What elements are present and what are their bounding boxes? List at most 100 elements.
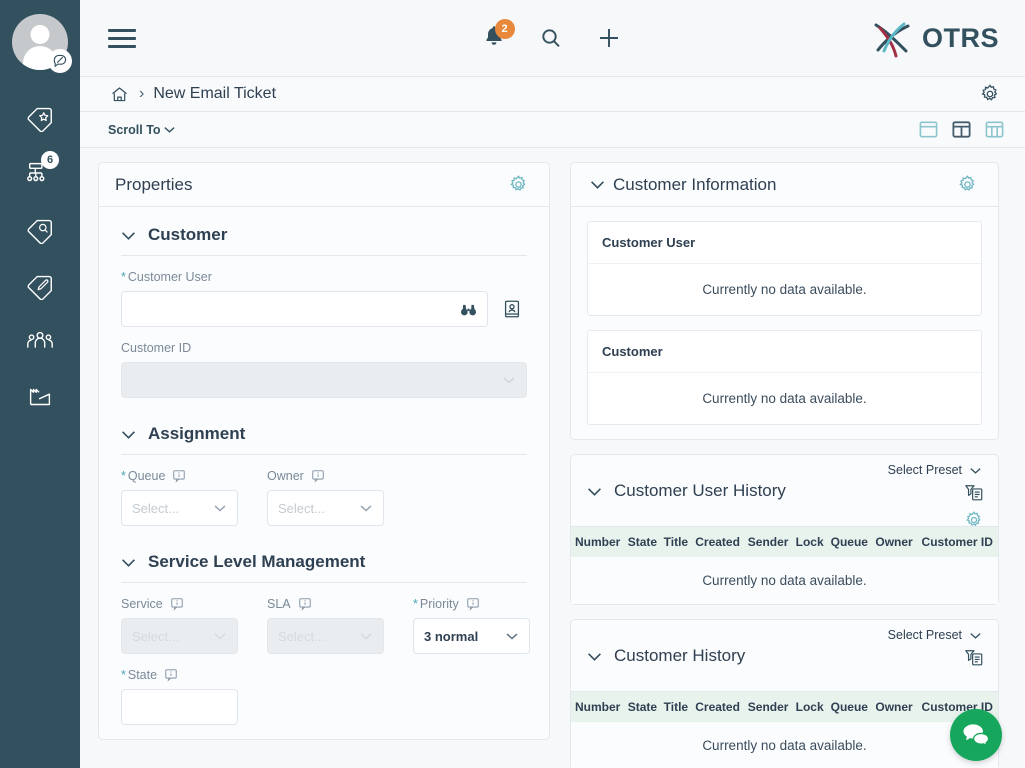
column-header[interactable]: Owner bbox=[871, 692, 917, 722]
empty-text: Currently no data available. bbox=[571, 722, 998, 768]
customer-history-title: Customer History bbox=[614, 646, 746, 665]
otrs-logo: OTRS bbox=[866, 14, 999, 62]
column-header[interactable]: Lock bbox=[792, 692, 827, 722]
hamburger-icon[interactable] bbox=[108, 28, 136, 48]
info-bubble-icon[interactable] bbox=[298, 597, 312, 611]
customer-information-title: Customer Information bbox=[613, 174, 777, 194]
filter-list-icon[interactable] bbox=[964, 483, 984, 503]
plus-icon[interactable] bbox=[594, 22, 624, 54]
chevron-down-icon bbox=[503, 377, 515, 384]
info-bubble-icon[interactable] bbox=[164, 668, 178, 682]
layout-one-column-icon[interactable] bbox=[918, 119, 939, 140]
label-text: Owner bbox=[267, 469, 304, 483]
select-preset-label[interactable]: Select Preset bbox=[888, 463, 962, 477]
customer-information-gear-icon[interactable] bbox=[952, 169, 982, 201]
chevron-down-icon bbox=[360, 633, 372, 640]
section-customer-header[interactable]: Customer bbox=[121, 225, 527, 255]
properties-card: Properties Customer * Customer User Cust… bbox=[98, 162, 550, 740]
sidebar-item-customer-users[interactable] bbox=[19, 324, 61, 358]
table-row: Currently no data available. bbox=[571, 722, 998, 768]
priority-select[interactable]: 3 normal bbox=[413, 618, 530, 654]
customer-user-input[interactable] bbox=[121, 291, 488, 327]
right-column: Customer Information Customer User Curre… bbox=[570, 162, 999, 768]
select-preset-row: Select Preset bbox=[587, 463, 982, 477]
sla-select[interactable]: Select... bbox=[267, 618, 384, 654]
customer-id-select[interactable] bbox=[121, 362, 527, 398]
notifications-button[interactable]: 2 bbox=[482, 19, 515, 53]
section-slm-header[interactable]: Service Level Management bbox=[121, 552, 527, 582]
chevron-down-icon bbox=[122, 231, 135, 240]
subcard-heading: Customer User bbox=[588, 222, 981, 264]
customer-information-header: Customer Information bbox=[571, 163, 998, 207]
sidebar-item-ticket-search[interactable] bbox=[19, 212, 61, 246]
properties-title: Properties bbox=[115, 174, 193, 194]
avatar[interactable] bbox=[12, 14, 72, 73]
label-text: Queue bbox=[127, 469, 166, 483]
column-header[interactable]: Sender bbox=[743, 527, 793, 557]
column-header[interactable]: Title bbox=[660, 692, 692, 722]
info-bubble-icon[interactable] bbox=[466, 597, 480, 611]
column-header[interactable]: Sender bbox=[743, 692, 793, 722]
layout-two-column-icon[interactable] bbox=[951, 119, 972, 140]
info-bubble-icon[interactable] bbox=[311, 469, 325, 483]
scroll-to-label[interactable]: Scroll To bbox=[108, 123, 161, 137]
field-label: * Queue bbox=[121, 469, 238, 483]
field-label: * State bbox=[121, 668, 527, 682]
column-header[interactable]: State bbox=[624, 527, 661, 557]
column-header[interactable]: State bbox=[624, 692, 661, 722]
info-bubble-icon[interactable] bbox=[172, 469, 186, 483]
binoculars-icon[interactable] bbox=[460, 302, 477, 317]
section-assignment-header[interactable]: Assignment bbox=[121, 424, 527, 454]
column-header[interactable]: Owner bbox=[871, 527, 917, 557]
column-header[interactable]: Queue bbox=[826, 692, 872, 722]
customer-information-card: Customer Information Customer User Curre… bbox=[570, 162, 999, 440]
chat-widget-button[interactable] bbox=[950, 709, 1002, 761]
address-book-icon[interactable] bbox=[497, 293, 527, 325]
layout-three-column-icon[interactable] bbox=[984, 119, 1005, 140]
column-header[interactable]: Queue bbox=[826, 527, 872, 557]
column-header[interactable]: Customer ID bbox=[916, 527, 998, 557]
subcard-empty-text: Currently no data available. bbox=[702, 282, 867, 297]
search-icon[interactable] bbox=[536, 22, 566, 54]
chevron-down-icon[interactable] bbox=[587, 169, 607, 201]
page-settings-gear-icon[interactable] bbox=[975, 78, 1005, 110]
customer-user-history-table: Number State Title Created Sender Lock Q… bbox=[571, 527, 998, 604]
section-title: Customer bbox=[148, 225, 228, 244]
customer-history-card: Select Preset Customer History Number St… bbox=[570, 619, 999, 768]
chevron-down-icon[interactable] bbox=[161, 121, 179, 139]
column-header[interactable]: Title bbox=[660, 527, 692, 557]
table-header-row: Number State Title Created Sender Lock Q… bbox=[571, 692, 998, 722]
chevron-down-icon bbox=[588, 652, 601, 661]
sidebar-nav: 6 bbox=[19, 100, 61, 414]
customer-information-body: Customer User Currently no data availabl… bbox=[571, 207, 998, 439]
field-label: SLA bbox=[267, 597, 384, 611]
chevron-down-icon bbox=[122, 430, 135, 439]
column-header[interactable]: Number bbox=[571, 527, 625, 557]
column-header[interactable]: Lock bbox=[792, 527, 827, 557]
column-header[interactable]: Created bbox=[691, 527, 744, 557]
left-sidebar: 6 bbox=[0, 0, 80, 768]
state-select[interactable] bbox=[121, 689, 238, 725]
empty-text: Currently no data available. bbox=[571, 557, 998, 604]
sidebar-item-queues[interactable]: 6 bbox=[19, 151, 61, 190]
column-header[interactable]: Created bbox=[691, 692, 744, 722]
customer-user-history-actions bbox=[964, 483, 984, 530]
customer-user-history-gear-icon[interactable] bbox=[964, 510, 984, 530]
breadcrumb: › New Email Ticket bbox=[80, 76, 1025, 112]
column-header[interactable]: Number bbox=[571, 692, 625, 722]
label-text: Service bbox=[121, 597, 163, 611]
owner-select[interactable]: Select... bbox=[267, 490, 384, 526]
assignment-fields: * Queue Select... Owner Select... bbox=[121, 469, 527, 526]
queue-select[interactable]: Select... bbox=[121, 490, 238, 526]
service-select[interactable]: Select... bbox=[121, 618, 238, 654]
sidebar-item-customers[interactable] bbox=[19, 380, 61, 414]
sidebar-item-new-ticket[interactable] bbox=[19, 100, 61, 134]
info-bubble-icon[interactable] bbox=[170, 597, 184, 611]
properties-gear-icon[interactable] bbox=[503, 169, 533, 201]
sidebar-item-ticket-edit[interactable] bbox=[19, 268, 61, 302]
queues-badge: 6 bbox=[41, 151, 59, 169]
select-preset-label[interactable]: Select Preset bbox=[888, 628, 962, 642]
field-service: Service Select... bbox=[121, 597, 238, 654]
filter-list-icon[interactable] bbox=[964, 648, 984, 668]
home-icon[interactable] bbox=[108, 78, 130, 110]
